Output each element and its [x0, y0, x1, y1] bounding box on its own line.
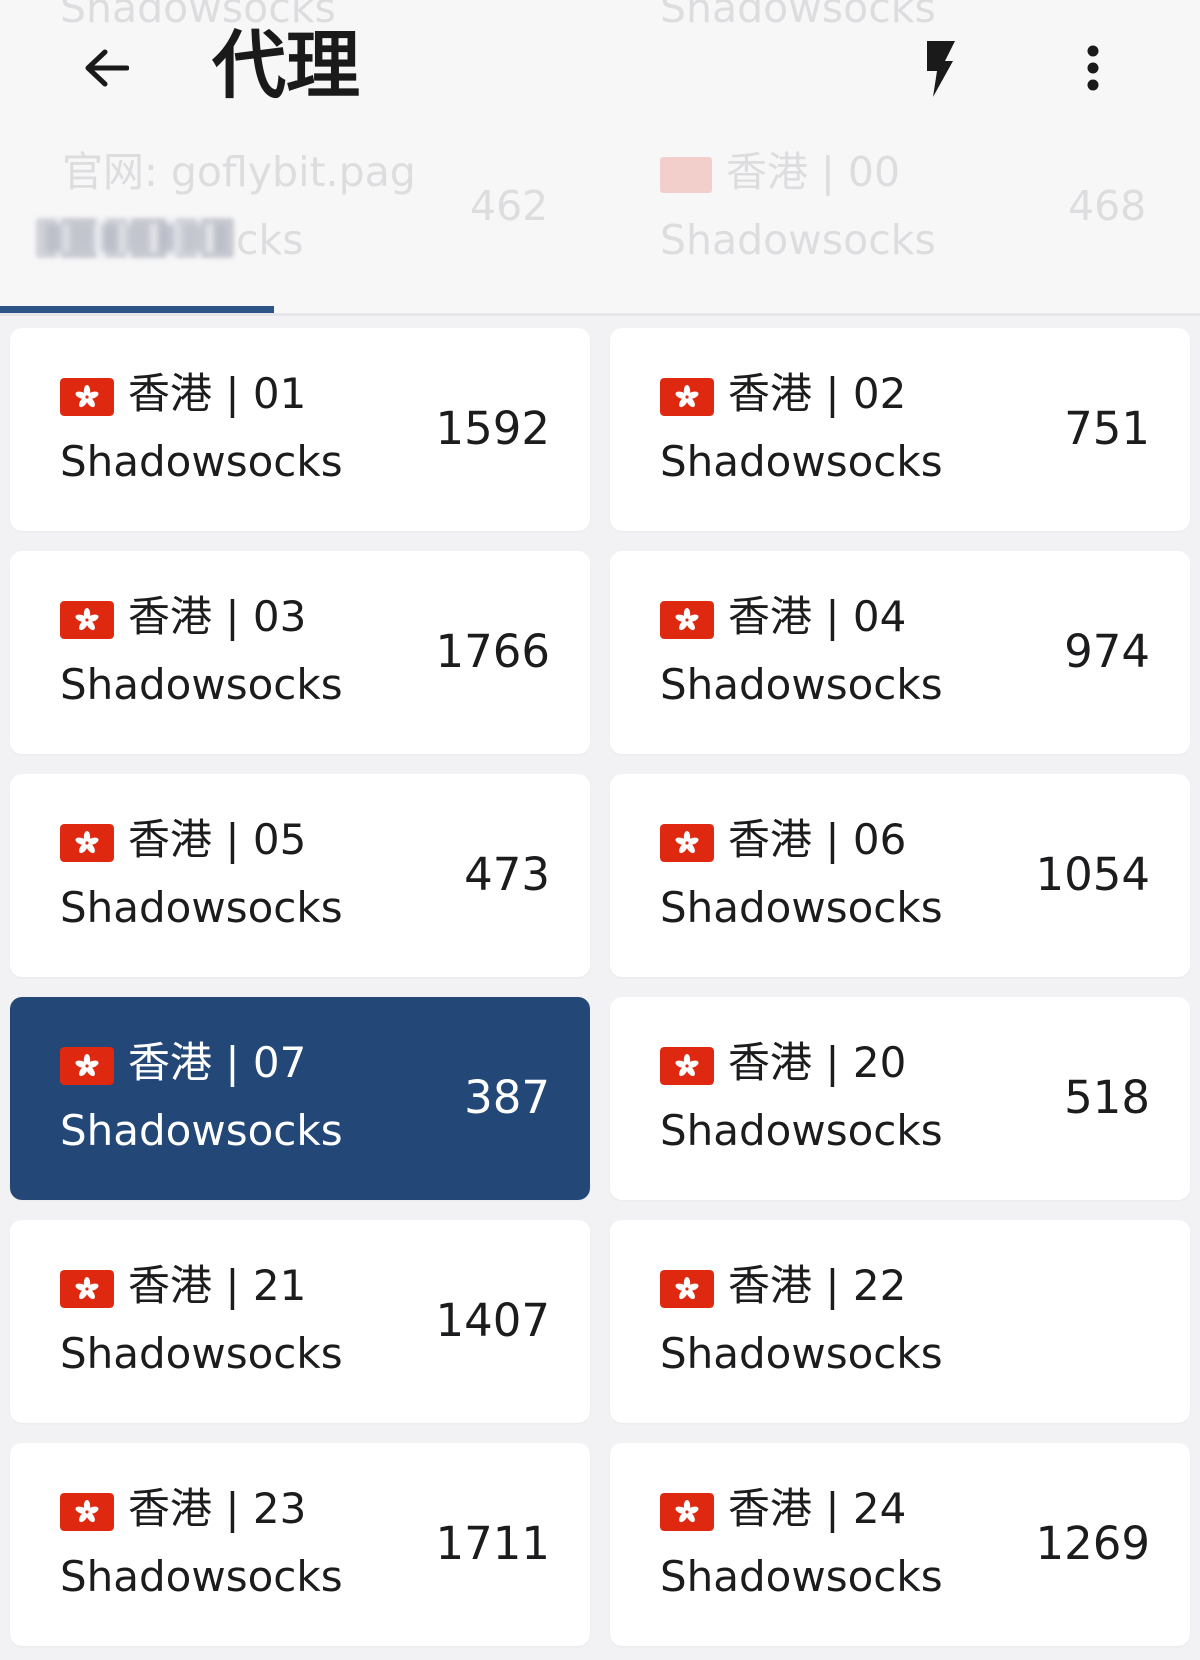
proxy-card[interactable]: 香港 | 22 Shadowsocks — [610, 1220, 1190, 1423]
proxy-protocol: Shadowsocks — [660, 1552, 943, 1601]
proxy-protocol: Shadowsocks — [660, 883, 943, 932]
proxy-name: 香港 | 21 — [128, 1261, 307, 1310]
proxy-protocol: Shadowsocks — [660, 437, 943, 486]
proxy-card[interactable]: 香港 | 01 Shadowsocks 1592 — [10, 328, 590, 531]
proxy-card[interactable]: 香港 | 02 Shadowsocks 751 — [610, 328, 1190, 531]
back-button[interactable] — [78, 40, 134, 96]
proxy-latency: 387 — [464, 1071, 550, 1124]
app-bar: Shadowsocks Shadowsocks 官网: goflybit.pag… — [0, 0, 1200, 316]
proxy-latency: 974 — [1064, 625, 1150, 678]
hk-flag-icon — [60, 601, 114, 639]
proxy-protocol: Shadowsocks — [660, 1106, 943, 1155]
proxy-protocol: Shadowsocks — [660, 1329, 943, 1378]
blurred-tab-label — [46, 224, 226, 252]
ghost-text: 468 — [1068, 182, 1147, 230]
hk-flag-icon — [660, 824, 714, 862]
proxy-card[interactable]: 香港 | 05 Shadowsocks 473 — [10, 774, 590, 977]
proxy-card[interactable]: 香港 | 07 Shadowsocks 387 — [10, 997, 590, 1200]
hk-flag-icon — [660, 378, 714, 416]
proxy-card[interactable]: 香港 | 04 Shadowsocks 974 — [610, 551, 1190, 754]
proxy-card[interactable]: 香港 | 21 Shadowsocks 1407 — [10, 1220, 590, 1423]
hk-flag-icon — [660, 1270, 714, 1308]
proxy-grid: 香港 | 01 Shadowsocks 1592 香港 | 02 Shadows… — [10, 328, 1190, 1646]
proxy-latency: 473 — [464, 848, 550, 901]
ghost-text: 官网: goflybit.pag — [62, 148, 416, 196]
ghost-text: 462 — [470, 182, 549, 230]
proxy-latency: 1054 — [1035, 848, 1150, 901]
ghost-text: 香港 | 00 — [726, 148, 901, 196]
proxy-protocol: Shadowsocks — [60, 660, 343, 709]
hk-flag-icon — [660, 1493, 714, 1531]
proxy-group-tab[interactable] — [36, 216, 234, 260]
vertical-dots-icon — [1087, 45, 1099, 91]
proxy-latency: 1592 — [435, 402, 550, 455]
hk-flag-icon — [60, 1047, 114, 1085]
tab-indicator — [0, 306, 274, 313]
hk-flag-icon — [60, 824, 114, 862]
hk-flag-icon — [660, 601, 714, 639]
proxy-latency: 1407 — [435, 1294, 550, 1347]
hk-flag-icon — [660, 1047, 714, 1085]
proxy-card[interactable]: 香港 | 03 Shadowsocks 1766 — [10, 551, 590, 754]
latency-test-button[interactable] — [912, 38, 968, 100]
proxy-latency: 1269 — [1035, 1517, 1150, 1570]
hk-flag-icon — [60, 1493, 114, 1531]
proxy-name: 香港 | 05 — [128, 815, 307, 864]
proxy-name: 香港 | 06 — [728, 815, 907, 864]
ghost-text: 香港 | 00 — [660, 152, 900, 193]
proxy-card[interactable]: 香港 | 24 Shadowsocks 1269 — [610, 1443, 1190, 1646]
hk-flag-icon — [60, 1270, 114, 1308]
proxy-protocol: Shadowsocks — [660, 660, 943, 709]
proxy-name: 香港 | 02 — [728, 369, 907, 418]
hk-flag-icon — [60, 378, 114, 416]
proxy-name: 香港 | 04 — [728, 592, 907, 641]
proxy-protocol: Shadowsocks — [60, 437, 343, 486]
proxy-name: 香港 | 07 — [128, 1038, 307, 1087]
proxy-protocol: Shadowsocks — [60, 1106, 343, 1155]
lightning-bolt-icon — [927, 41, 955, 97]
proxy-latency: 1711 — [435, 1517, 550, 1570]
proxy-latency: 518 — [1064, 1071, 1150, 1124]
proxy-protocol: Shadowsocks — [60, 883, 343, 932]
proxy-protocol: Shadowsocks — [60, 1552, 343, 1601]
page-title: 代理 — [212, 23, 360, 109]
ghost-text: Shadowsocks — [660, 0, 936, 32]
proxy-latency: 751 — [1064, 402, 1150, 455]
proxy-card[interactable]: 香港 | 06 Shadowsocks 1054 — [610, 774, 1190, 977]
proxy-latency: 1766 — [435, 625, 550, 678]
proxy-card[interactable]: 香港 | 20 Shadowsocks 518 — [610, 997, 1190, 1200]
proxy-protocol: Shadowsocks — [60, 1329, 343, 1378]
more-menu-button[interactable] — [1068, 40, 1118, 96]
ghost-text: Shadowsocks — [660, 216, 936, 264]
proxy-name: 香港 | 03 — [128, 592, 307, 641]
proxy-name: 香港 | 20 — [728, 1038, 907, 1087]
proxy-name: 香港 | 23 — [128, 1484, 307, 1533]
proxy-name: 香港 | 24 — [728, 1484, 907, 1533]
proxy-card[interactable]: 香港 | 23 Shadowsocks 1711 — [10, 1443, 590, 1646]
proxy-name: 香港 | 22 — [728, 1261, 907, 1310]
arrow-left-icon — [85, 49, 129, 87]
proxy-name: 香港 | 01 — [128, 369, 307, 418]
hk-flag-icon — [660, 157, 712, 193]
ghost-text: cks — [236, 216, 304, 264]
divider — [0, 313, 1200, 316]
